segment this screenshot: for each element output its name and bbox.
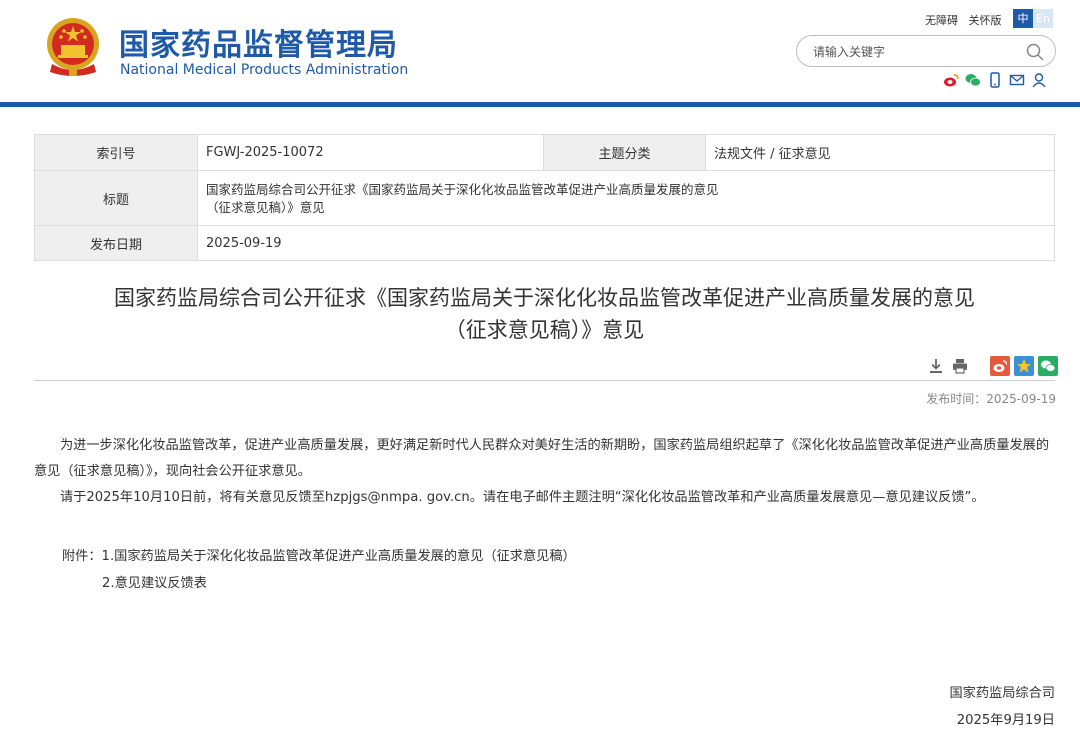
article-title-line1: 国家药监局综合司公开征求《国家药监局关于深化化妆品监管改革促进产业高质量发展的意… bbox=[114, 286, 975, 310]
date-value: 2025-09-19 bbox=[197, 225, 1055, 261]
language-switch: 中 En bbox=[1013, 9, 1053, 28]
share-qzone-icon[interactable] bbox=[1014, 356, 1034, 376]
top-links: 无障碍 关怀版 bbox=[925, 12, 1009, 28]
category-value: 法规文件 / 征求意见 bbox=[705, 134, 1055, 171]
search-box bbox=[796, 35, 1056, 67]
article-title: 国家药监局综合司公开征求《国家药监局关于深化化妆品监管改革促进产业高质量发展的意… bbox=[34, 282, 1055, 346]
title-value-line2: （征求意见稿）》意见 bbox=[206, 200, 325, 215]
mail-icon[interactable] bbox=[1009, 72, 1025, 88]
site-title[interactable]: 国家药品监督管理局 bbox=[119, 20, 398, 64]
attachment-link-2[interactable]: 2.意见建议反馈表 bbox=[62, 570, 576, 597]
header-social-icons bbox=[943, 72, 1047, 88]
index-label: 索引号 bbox=[34, 134, 198, 171]
mobile-icon[interactable] bbox=[987, 72, 1003, 88]
title-value-line1: 国家药监局综合司公开征求《国家药监局关于深化化妆品监管改革促进产业高质量发展的意… bbox=[206, 182, 719, 197]
search-input[interactable] bbox=[813, 42, 1023, 62]
signature-date: 2025年9月19日 bbox=[956, 713, 1055, 728]
share-wechat-icon[interactable] bbox=[1038, 356, 1058, 376]
title-divider bbox=[34, 380, 1055, 381]
paragraph-intro: 为进一步深化化妆品监管改革，促进产业高质量发展，更好满足新时代人民群众对美好生活… bbox=[34, 438, 1050, 479]
date-label: 发布日期 bbox=[34, 225, 198, 261]
publish-time: 发布时间：2025-09-19 bbox=[926, 392, 1056, 406]
signature: 国家药监局综合司 2025年9月19日 bbox=[950, 680, 1056, 734]
user-icon[interactable] bbox=[1031, 72, 1047, 88]
article-tools bbox=[926, 356, 1062, 376]
metadata-table: 索引号 FGWJ-2025-10072 主题分类 法规文件 / 征求意见 标题 … bbox=[34, 134, 1055, 261]
weibo-icon[interactable] bbox=[943, 72, 959, 88]
header-divider bbox=[0, 102, 1080, 107]
wechat-icon[interactable] bbox=[965, 72, 981, 88]
category-label: 主题分类 bbox=[543, 134, 706, 171]
accessibility-link[interactable]: 无障碍 bbox=[925, 14, 958, 27]
paragraph-feedback: 请于2025年10月10日前，将有关意见反馈至hzpjgs@nmpa. gov.… bbox=[60, 490, 985, 505]
print-icon[interactable] bbox=[950, 356, 970, 376]
lang-zh-button[interactable]: 中 bbox=[1013, 9, 1033, 28]
download-icon[interactable] bbox=[926, 356, 946, 376]
care-version-link[interactable]: 关怀版 bbox=[969, 14, 1002, 27]
site-title-en[interactable]: National Medical Products Administration bbox=[120, 62, 408, 78]
share-weibo-icon[interactable] bbox=[990, 356, 1010, 376]
article-title-line2: （征求意见稿）》意见 bbox=[444, 318, 645, 342]
site-header: 国家药品监督管理局 National Medical Products Admi… bbox=[0, 0, 1080, 104]
signature-org: 国家药监局综合司 bbox=[949, 686, 1056, 701]
index-value: FGWJ-2025-10072 bbox=[197, 134, 544, 171]
title-value: 国家药监局综合司公开征求《国家药监局关于深化化妆品监管改革促进产业高质量发展的意… bbox=[197, 170, 1055, 226]
attachment-link-1[interactable]: 附件：1.国家药监局关于深化化妆品监管改革促进产业高质量发展的意见（征求意见稿） bbox=[62, 543, 576, 570]
article-body: 为进一步深化化妆品监管改革，促进产业高质量发展，更好满足新时代人民群众对美好生活… bbox=[34, 433, 1056, 511]
national-emblem-icon bbox=[47, 18, 99, 76]
lang-en-button[interactable]: En bbox=[1033, 9, 1053, 28]
attachments: 附件：1.国家药监局关于深化化妆品监管改革促进产业高质量发展的意见（征求意见稿）… bbox=[62, 543, 576, 597]
search-icon[interactable] bbox=[1025, 42, 1045, 62]
title-label: 标题 bbox=[34, 170, 198, 226]
